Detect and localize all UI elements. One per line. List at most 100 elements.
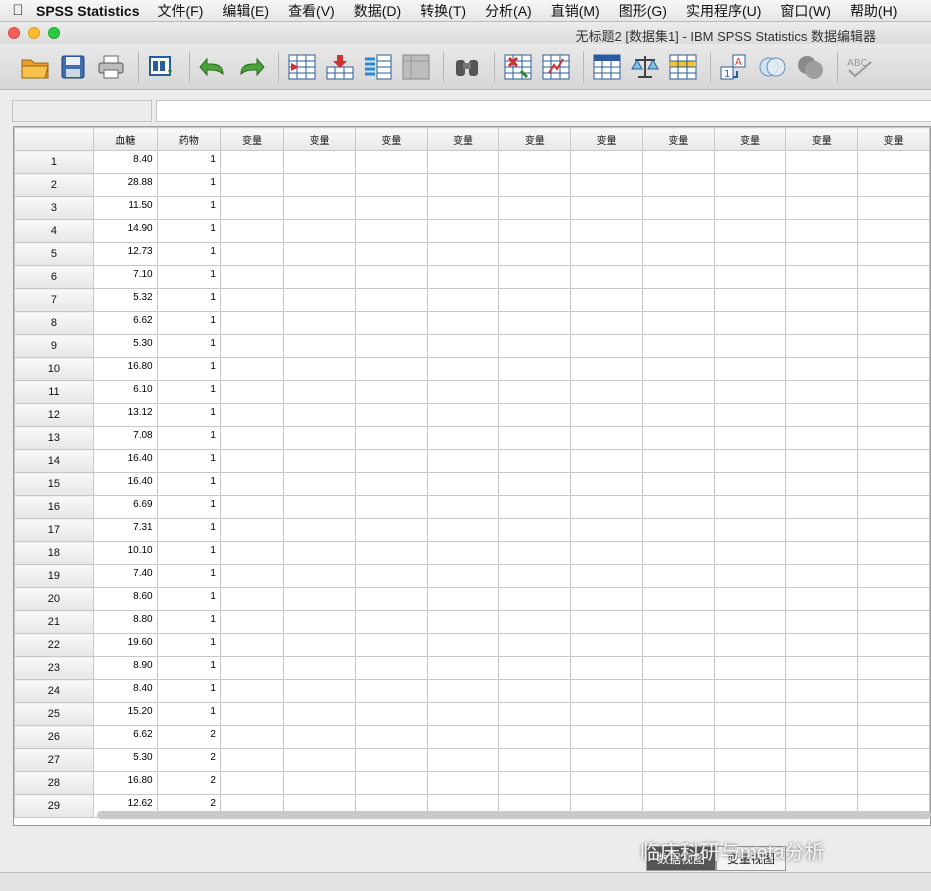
menu-data[interactable]: 数据(D) (354, 1, 401, 21)
cell-empty[interactable] (641, 380, 715, 404)
cell-empty[interactable] (426, 725, 500, 749)
cell-empty[interactable] (857, 541, 930, 565)
cell-empty[interactable] (785, 357, 859, 381)
cell-empty[interactable] (354, 196, 428, 220)
row-header[interactable]: 11 (14, 380, 94, 404)
cell-empty[interactable] (426, 173, 500, 197)
cell-empty[interactable] (785, 380, 859, 404)
cell-empty[interactable] (219, 426, 285, 450)
cell-empty[interactable] (857, 771, 930, 795)
cell-empty[interactable] (498, 679, 572, 703)
cell-empty[interactable] (219, 633, 285, 657)
cell-empty[interactable] (426, 449, 500, 473)
cell-empty[interactable] (785, 587, 859, 611)
cell-empty[interactable] (498, 748, 572, 772)
cell-empty[interactable] (426, 702, 500, 726)
dialog-recall-icon[interactable] (145, 50, 179, 84)
cell-empty[interactable] (641, 472, 715, 496)
cell-empty[interactable] (570, 564, 643, 588)
cell-empty[interactable] (426, 288, 500, 312)
cell-empty[interactable] (498, 610, 572, 634)
cell-empty[interactable] (426, 633, 500, 657)
cell-glucose[interactable]: 28.88 (92, 173, 158, 197)
cell-empty[interactable] (785, 656, 859, 680)
cell-empty[interactable] (857, 265, 930, 289)
row-header[interactable]: 15 (14, 472, 94, 496)
cell-drug[interactable]: 1 (156, 380, 221, 404)
cell-empty[interactable] (641, 748, 715, 772)
cell-empty[interactable] (283, 495, 356, 519)
cell-empty[interactable] (219, 541, 285, 565)
cell-empty[interactable] (283, 426, 356, 450)
cell-empty[interactable] (713, 702, 787, 726)
cell-glucose[interactable]: 5.32 (92, 288, 158, 312)
cell-empty[interactable] (219, 196, 285, 220)
cell-empty[interactable] (641, 771, 715, 795)
cell-empty[interactable] (785, 311, 859, 335)
cell-empty[interactable] (354, 150, 428, 174)
cell-empty[interactable] (498, 242, 572, 266)
cell-empty[interactable] (641, 311, 715, 335)
cell-empty[interactable] (426, 380, 500, 404)
cell-empty[interactable] (426, 426, 500, 450)
cell-empty[interactable] (713, 150, 787, 174)
cell-empty[interactable] (426, 311, 500, 335)
column-header-placeholder[interactable]: 变量 (498, 127, 572, 151)
cell-empty[interactable] (219, 219, 285, 243)
cell-glucose[interactable]: 6.62 (92, 311, 158, 335)
cell-empty[interactable] (283, 449, 356, 473)
cell-empty[interactable] (498, 518, 572, 542)
menu-utilities[interactable]: 实用程序(U) (686, 1, 761, 21)
cell-empty[interactable] (641, 587, 715, 611)
cell-empty[interactable] (570, 150, 643, 174)
cell-empty[interactable] (857, 656, 930, 680)
cell-empty[interactable] (426, 334, 500, 358)
menu-transform[interactable]: 转换(T) (420, 1, 466, 21)
minimize-window-button[interactable] (28, 27, 40, 39)
cell-empty[interactable] (498, 219, 572, 243)
cell-empty[interactable] (641, 334, 715, 358)
cell-drug[interactable]: 1 (156, 357, 221, 381)
cell-empty[interactable] (354, 311, 428, 335)
row-header[interactable]: 22 (14, 633, 94, 657)
cell-empty[interactable] (219, 748, 285, 772)
cell-empty[interactable] (857, 725, 930, 749)
cell-empty[interactable] (570, 265, 643, 289)
cell-empty[interactable] (283, 196, 356, 220)
column-header-placeholder[interactable]: 变量 (219, 127, 285, 151)
cell-empty[interactable] (283, 242, 356, 266)
cell-empty[interactable] (219, 610, 285, 634)
close-window-button[interactable] (8, 27, 20, 39)
cell-empty[interactable] (219, 679, 285, 703)
cell-empty[interactable] (713, 541, 787, 565)
row-header[interactable]: 1 (14, 150, 94, 174)
cell-empty[interactable] (713, 771, 787, 795)
row-header[interactable]: 10 (14, 357, 94, 381)
cell-empty[interactable] (570, 219, 643, 243)
cell-empty[interactable] (570, 311, 643, 335)
cell-drug[interactable]: 1 (156, 426, 221, 450)
cell-glucose[interactable]: 8.40 (92, 679, 158, 703)
cell-empty[interactable] (713, 472, 787, 496)
row-header[interactable]: 23 (14, 656, 94, 680)
cell-empty[interactable] (283, 725, 356, 749)
cell-empty[interactable] (498, 311, 572, 335)
cell-empty[interactable] (283, 219, 356, 243)
cell-empty[interactable] (857, 587, 930, 611)
cell-glucose[interactable]: 16.40 (92, 449, 158, 473)
cell-empty[interactable] (641, 541, 715, 565)
cell-empty[interactable] (570, 403, 643, 427)
cell-empty[interactable] (785, 288, 859, 312)
spelling-icon[interactable]: ABC (844, 50, 878, 84)
cell-empty[interactable] (857, 403, 930, 427)
column-header-placeholder[interactable]: 变量 (785, 127, 859, 151)
column-header-drug[interactable]: 药物 (156, 127, 221, 151)
cell-drug[interactable]: 1 (156, 541, 221, 565)
cell-empty[interactable] (283, 334, 356, 358)
cell-empty[interactable] (713, 357, 787, 381)
menu-help[interactable]: 帮助(H) (850, 1, 897, 21)
app-name[interactable]: SPSS Statistics (36, 3, 140, 19)
cell-empty[interactable] (283, 656, 356, 680)
cell-empty[interactable] (354, 679, 428, 703)
cell-glucose[interactable]: 5.30 (92, 748, 158, 772)
